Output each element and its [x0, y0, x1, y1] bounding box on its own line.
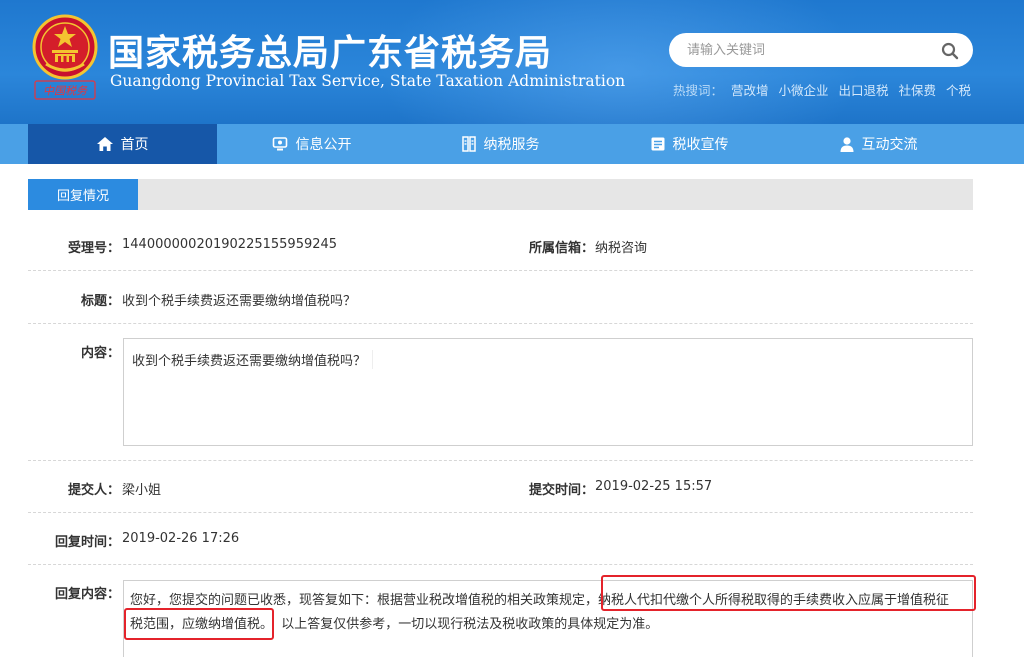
- nav-item-home[interactable]: 首页: [28, 124, 217, 164]
- submitter-value: 梁小姐: [122, 483, 162, 498]
- search-box: [669, 33, 973, 67]
- nav-item-interaction[interactable]: 互动交流: [784, 124, 973, 164]
- submitter-label: 提交人：: [67, 483, 120, 498]
- hotword-link[interactable]: 出口退税: [839, 83, 889, 98]
- nav-item-label: 信息公开: [295, 137, 352, 153]
- site-subtitle: Guangdong Provincial Tax Service, State …: [110, 72, 626, 90]
- nav-item-service[interactable]: 纳税服务: [406, 124, 595, 164]
- nav-item-label: 互动交流: [861, 137, 918, 153]
- accept-no-value: 14400000020190225155959245: [122, 237, 338, 252]
- row-divider: [28, 512, 973, 513]
- site-title: 国家税务总局广东省税务局: [108, 33, 553, 74]
- main-nav: 首页 信息公开 纳税服务 税收宣传 互动交流: [0, 124, 1024, 164]
- reply-text-part: 以上答复仅供参考，一切以现行税法及税收政策的具体规定为准。: [281, 617, 659, 632]
- row-divider: [28, 323, 973, 324]
- submit-time-value: 2019-02-25 15:57: [595, 479, 713, 494]
- hotword-link[interactable]: 营改增: [731, 83, 769, 98]
- mailbox-label: 所属信箱：: [528, 241, 594, 256]
- search-input[interactable]: [687, 40, 927, 60]
- nav-item-label: 纳税服务: [483, 137, 540, 153]
- reply-time-value: 2019-02-26 17:26: [122, 531, 240, 546]
- row-divider: [28, 270, 973, 271]
- row-divider: [28, 460, 973, 461]
- accept-no-label: 受理号：: [67, 241, 120, 256]
- site-header: 中国税务 国家税务总局广东省税务局 Guangdong Provincial T…: [0, 0, 1024, 124]
- svg-text:中国税务: 中国税务: [43, 85, 88, 98]
- reply-time-label: 回复时间：: [54, 535, 120, 550]
- nav-item-label: 税收宣传: [672, 137, 729, 153]
- reply-tab-bar: [28, 179, 973, 210]
- mailbox-value: 纳税咨询: [595, 241, 648, 256]
- nav-item-publicity[interactable]: 税收宣传: [595, 124, 784, 164]
- subject-value: 收到个税手续费返还需要缴纳增值税吗？: [122, 294, 357, 309]
- hotword-link[interactable]: 社保费: [899, 83, 937, 98]
- hotword-link[interactable]: 小微企业: [779, 83, 829, 98]
- search-icon[interactable]: [941, 42, 959, 60]
- service-icon: [461, 136, 476, 152]
- content-label: 内容：: [80, 346, 120, 361]
- highlight-box: [124, 608, 274, 640]
- hotwords-label: 热搜词：: [673, 83, 724, 98]
- hot-search-words: 热搜词： 营改增 小微企业 出口退税 社保费 个税: [673, 80, 977, 99]
- tax-seal-logo: 中国税务: [34, 80, 96, 100]
- reply-text-part: 您好，您提交的问题已收悉，现答复如下：根据营业税改增值税的相关政策规定，: [130, 593, 599, 608]
- publicity-icon: [651, 137, 664, 151]
- highlight-box: [601, 575, 976, 611]
- subject-label: 标题：: [80, 294, 120, 309]
- info-icon: [272, 137, 287, 151]
- user-icon: [840, 136, 853, 152]
- national-emblem-icon: [32, 14, 98, 80]
- hotword-link[interactable]: 个税: [946, 83, 971, 98]
- nav-item-label: 首页: [120, 137, 149, 153]
- content-box: 收到个税手续费返还需要缴纳增值税吗？: [123, 338, 973, 446]
- submit-time-label: 提交时间：: [528, 483, 594, 498]
- nav-item-info[interactable]: 信息公开: [217, 124, 406, 164]
- reply-content-label: 回复内容：: [54, 587, 120, 602]
- row-divider: [28, 564, 973, 565]
- content-text: 收到个税手续费返还需要缴纳增值税吗？: [132, 350, 374, 369]
- tab-reply-status[interactable]: 回复情况: [28, 179, 138, 210]
- home-icon: [96, 137, 113, 151]
